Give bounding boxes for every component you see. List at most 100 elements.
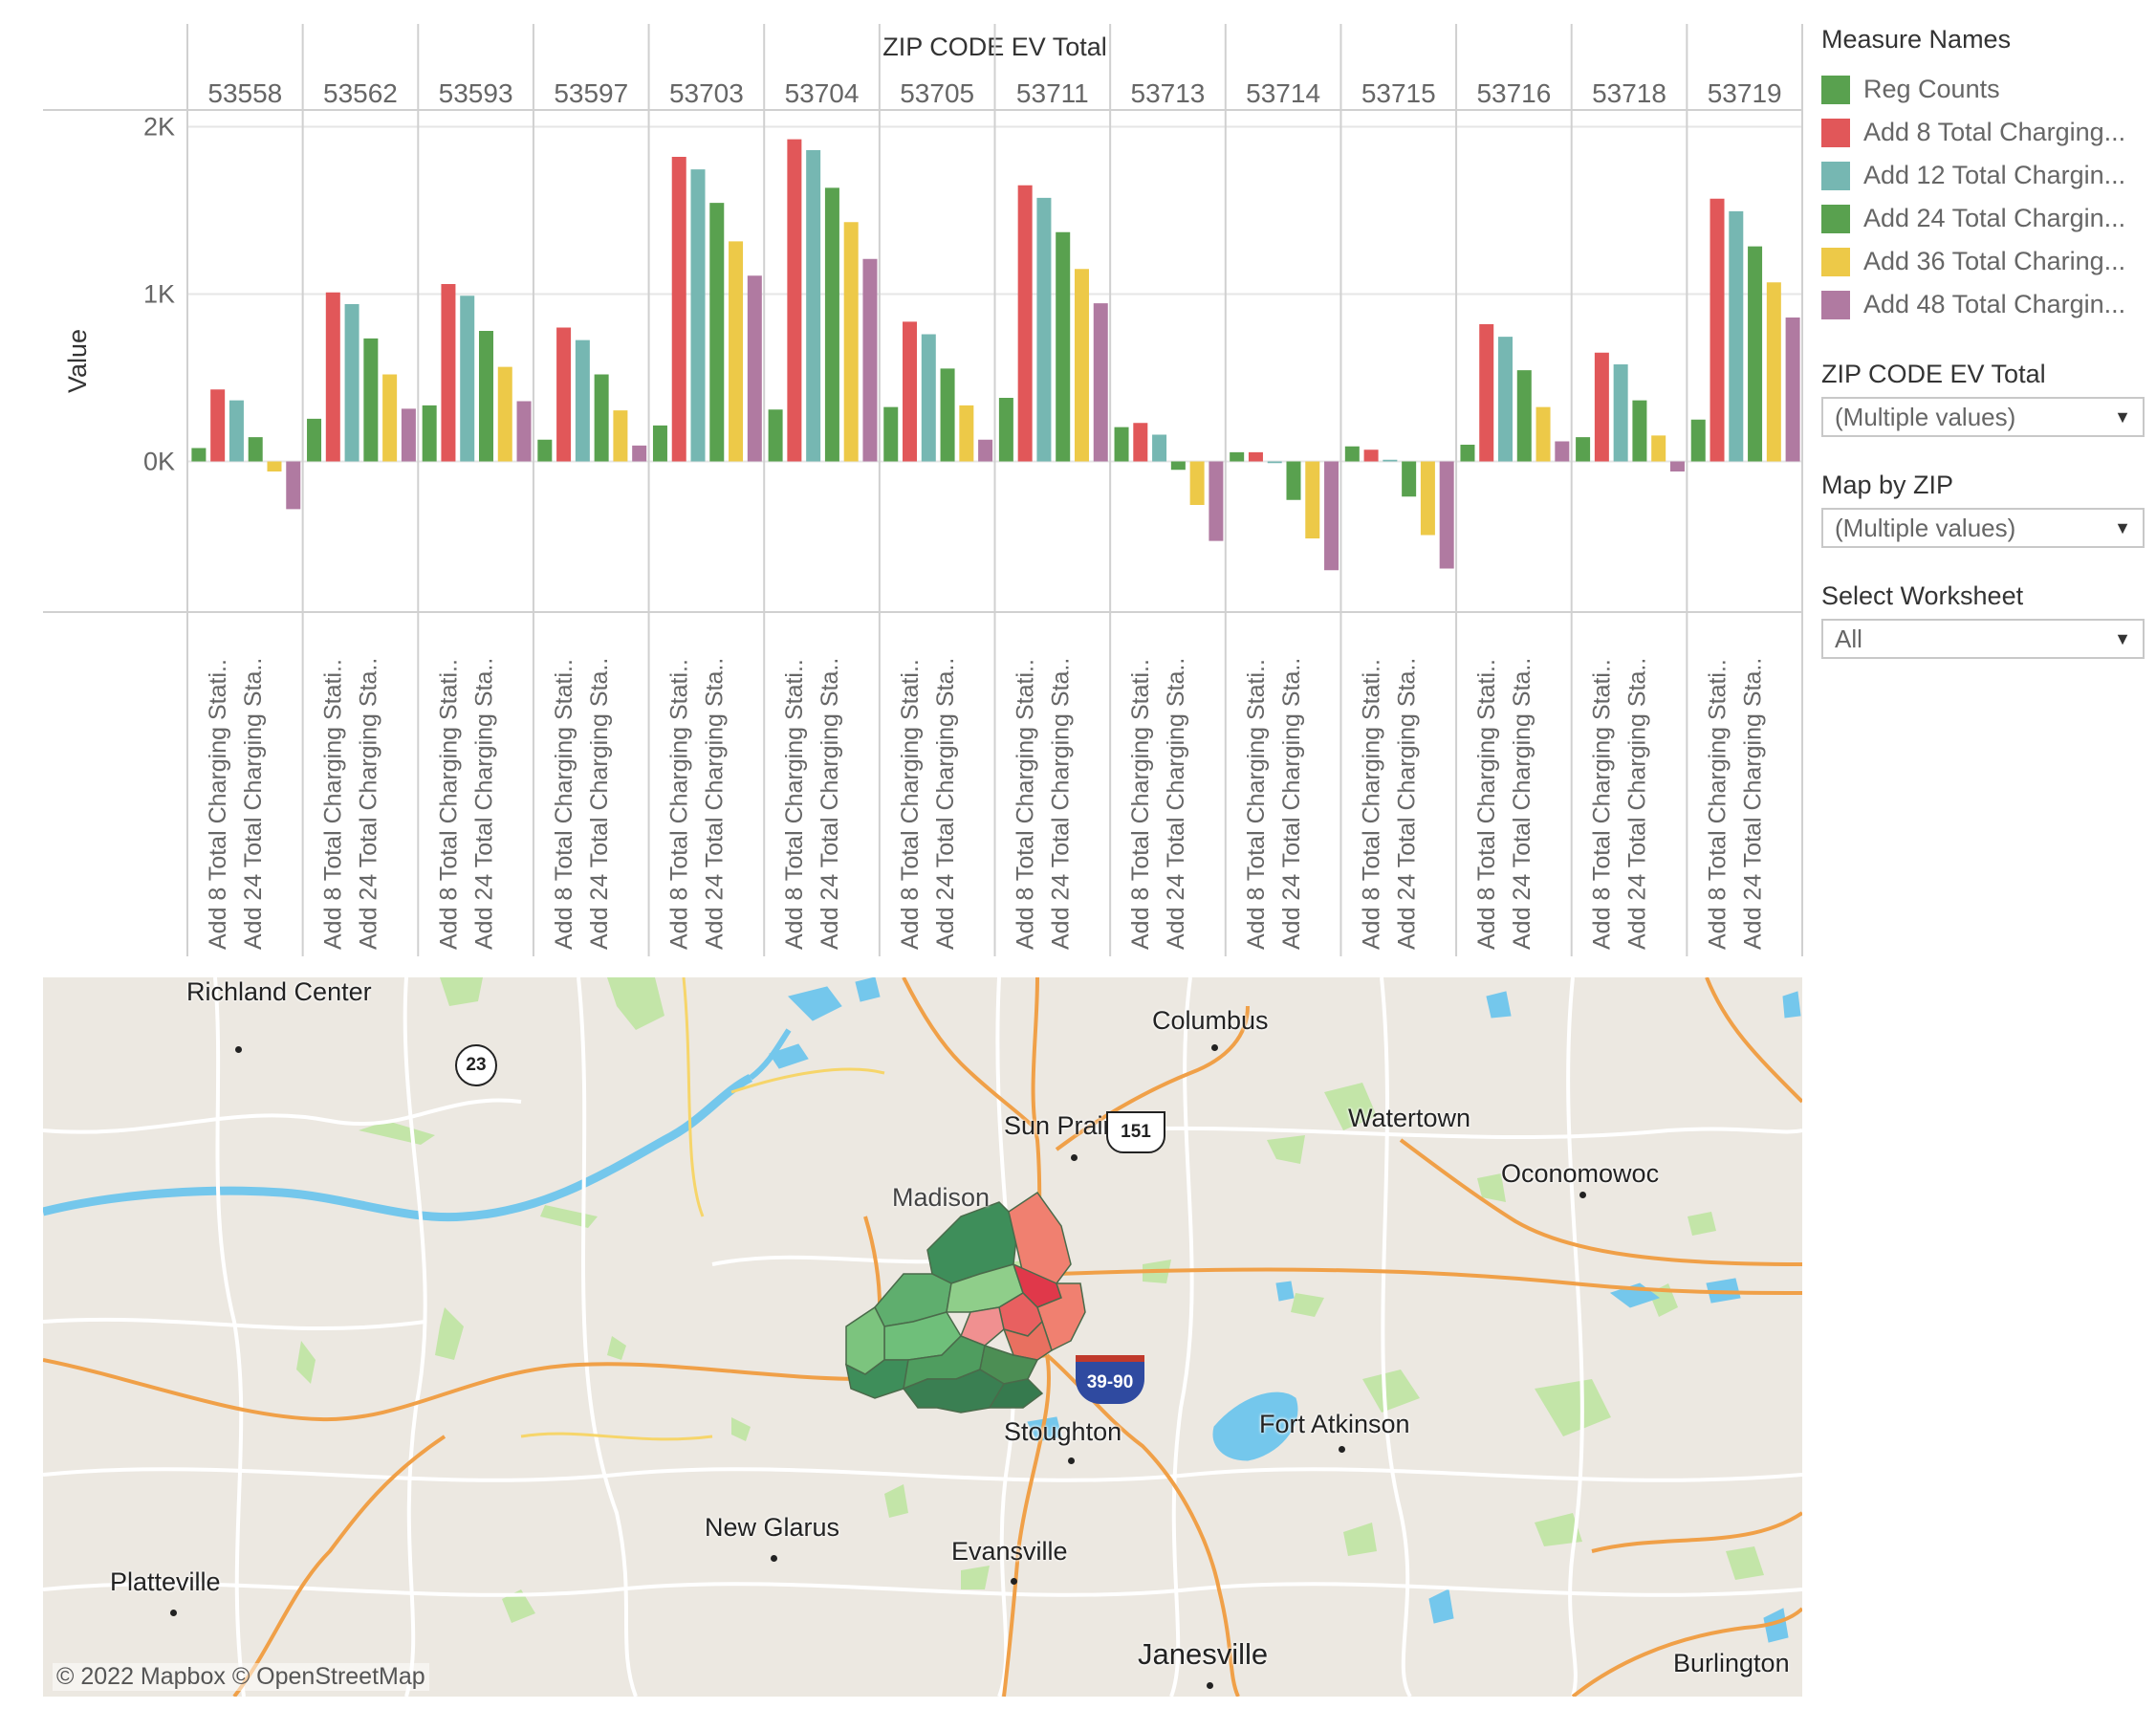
legend-swatch: [1821, 161, 1850, 190]
x-sub-label: Add 8 Total Charging Stati..: [1243, 659, 1270, 950]
bar: [575, 340, 590, 462]
bar: [921, 334, 936, 462]
bar: [1613, 364, 1628, 462]
bar: [709, 203, 725, 462]
city-label-platteville: Platteville: [110, 1567, 221, 1596]
x-sub-label: Add 8 Total Charging Stati..: [1013, 659, 1039, 950]
x-sub-label: Add 24 Total Charging Sta..: [1048, 658, 1075, 950]
legend-item-add-36[interactable]: Add 36 Total Charing...: [1821, 240, 2146, 283]
zip-header-label: 53593: [439, 78, 513, 108]
zip-header-label: 53711: [1016, 78, 1089, 108]
filter-title: ZIP CODE EV Total: [1821, 360, 2046, 388]
x-sub-label: Add 24 Total Charging Sta..: [356, 658, 382, 950]
filter-zip-code-ev-total: ZIP CODE EV Total (Multiple values) ▼: [1821, 359, 2146, 437]
bar: [1516, 370, 1532, 462]
chevron-down-icon: ▼: [2114, 406, 2131, 427]
bar: [940, 368, 955, 462]
legend-item-reg-counts[interactable]: Reg Counts: [1821, 68, 2146, 111]
bar: [690, 169, 706, 462]
x-sub-label: Add 8 Total Charging Stati..: [897, 659, 924, 950]
bar: [1785, 318, 1800, 462]
city-label-fort-atkinson: Fort Atkinson: [1259, 1410, 1410, 1438]
city-dot: [235, 1046, 242, 1053]
x-sub-label: Add 24 Total Charging Sta..: [1509, 658, 1535, 950]
zip-header-label: 53558: [207, 78, 282, 108]
bar: [613, 410, 628, 462]
x-sub-label: Add 24 Total Charging Sta..: [702, 658, 729, 950]
dropdown-value: (Multiple values): [1835, 513, 2016, 542]
zip-header-label: 53703: [669, 78, 744, 108]
city-label-madison: Madison: [892, 1183, 991, 1212]
city-dot: [1339, 1446, 1345, 1453]
x-sub-label: Add 24 Total Charging Sta..: [1624, 658, 1651, 950]
bar: [1594, 352, 1609, 462]
bar: [1498, 337, 1514, 462]
zip-header-label: 53713: [1131, 78, 1206, 108]
bar: [1305, 461, 1320, 538]
bar: [1690, 419, 1706, 462]
select-worksheet-dropdown[interactable]: All ▼: [1821, 619, 2145, 659]
legend-label: Add 12 Total Chargin...: [1863, 161, 2126, 189]
interstate-39-90-shield: 39-90: [1076, 1355, 1144, 1404]
bar: [1535, 406, 1551, 462]
bar: [229, 400, 244, 462]
dashboard: ZIP CODE EV Total Value 0K 1K 2K 53558 Add 8 T…: [0, 0, 2156, 1731]
city-dot: [771, 1555, 777, 1562]
bar-chart[interactable]: ZIP CODE EV TotalValue0K1K2K53558Add 8 T…: [0, 0, 1807, 966]
chevron-down-icon: ▼: [2114, 628, 2131, 648]
bar: [787, 139, 802, 462]
filter-map-by-zip: Map by ZIP (Multiple values) ▼: [1821, 470, 2146, 548]
legend-label: Add 8 Total Charging...: [1863, 118, 2126, 146]
city-label-burlington: Burlington: [1673, 1649, 1790, 1677]
bar: [267, 461, 282, 471]
bar: [1133, 423, 1148, 462]
legend-item-add-48[interactable]: Add 48 Total Chargin...: [1821, 283, 2146, 326]
legend-item-add-12[interactable]: Add 12 Total Chargin...: [1821, 154, 2146, 197]
x-sub-label: Add 8 Total Charging Stati..: [1589, 659, 1616, 950]
bar: [1230, 451, 1245, 462]
bar: [497, 366, 512, 462]
dropdown-value: (Multiple values): [1835, 402, 2016, 431]
legend-label: Add 48 Total Chargin...: [1863, 290, 2126, 318]
bar: [210, 389, 226, 462]
bar: [1363, 449, 1379, 462]
bar: [401, 408, 416, 462]
city-label-stoughton: Stoughton: [1004, 1417, 1122, 1446]
bar: [1420, 461, 1435, 536]
x-sub-label: Add 8 Total Charging Stati..: [205, 659, 231, 950]
zip-header-label: 53562: [323, 78, 398, 108]
city-label-janesville: Janesville: [1138, 1637, 1269, 1671]
x-sub-label: Add 8 Total Charging Stati..: [1358, 659, 1384, 950]
y-tick-label: 2K: [143, 113, 175, 142]
bar: [344, 304, 359, 462]
filter-title: Select Worksheet: [1821, 581, 2024, 610]
city-dot: [1579, 1192, 1586, 1198]
legend-label: Add 24 Total Chargin...: [1863, 204, 2126, 232]
bar: [652, 425, 667, 462]
zip-header-label: 53718: [1592, 78, 1666, 108]
map-by-zip-dropdown[interactable]: (Multiple values) ▼: [1821, 508, 2145, 548]
bar: [1324, 461, 1339, 571]
zip-code-ev-total-dropdown[interactable]: (Multiple values) ▼: [1821, 397, 2145, 437]
bar: [671, 157, 686, 462]
x-sub-label: Add 8 Total Charging Stati..: [781, 659, 808, 950]
bar: [824, 187, 839, 462]
bar: [1766, 282, 1781, 462]
y-tick-label: 1K: [143, 280, 175, 309]
bar: [883, 406, 899, 462]
x-sub-label: Add 24 Total Charging Sta..: [240, 658, 267, 950]
city-label-oconomowoc: Oconomowoc: [1501, 1159, 1660, 1188]
bar: [1093, 303, 1108, 462]
legend-swatch: [1821, 204, 1850, 233]
bar: [1651, 435, 1666, 462]
bar: [1344, 446, 1360, 462]
bar: [1209, 461, 1224, 541]
zip-header-label: 53705: [900, 78, 974, 108]
route-23-shield: 23: [455, 1044, 497, 1086]
bar: [903, 321, 918, 462]
bar: [1189, 461, 1205, 505]
zip-map[interactable]: Richland Center Columbus Sun Prairie Wat…: [43, 977, 1802, 1697]
legend-item-add-8[interactable]: Add 8 Total Charging...: [1821, 111, 2146, 154]
x-sub-label: Add 8 Total Charging Stati..: [666, 659, 693, 950]
legend-item-add-24[interactable]: Add 24 Total Chargin...: [1821, 197, 2146, 240]
